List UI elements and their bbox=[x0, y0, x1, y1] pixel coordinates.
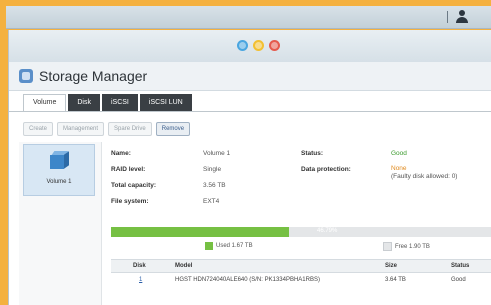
maximize-button[interactable] bbox=[253, 40, 264, 51]
used-legend: Used 1.67 TB bbox=[205, 242, 253, 250]
close-button[interactable] bbox=[269, 40, 280, 51]
window-titlebar[interactable] bbox=[9, 30, 491, 62]
status-label: Status: bbox=[301, 150, 324, 157]
used-legend-label: Used 1.67 TB bbox=[216, 243, 253, 249]
create-button[interactable]: Create bbox=[23, 122, 54, 136]
user-icon[interactable] bbox=[455, 10, 469, 24]
disk-status: Good bbox=[451, 277, 466, 283]
data-protection-value: None bbox=[391, 165, 407, 172]
tab-disk[interactable]: Disk bbox=[68, 94, 100, 111]
usage-bar: 46.79% bbox=[111, 227, 491, 237]
raid-level-value: Single bbox=[203, 166, 222, 173]
management-button[interactable]: Management bbox=[57, 122, 105, 136]
spare-drive-button[interactable]: Spare Drive bbox=[108, 122, 152, 136]
column-disk: Disk bbox=[133, 263, 146, 269]
top-bar-separator bbox=[447, 11, 448, 23]
storage-manager-icon bbox=[19, 69, 33, 83]
file-system-label: File system: bbox=[111, 198, 149, 205]
disk-size: 3.64 TB bbox=[385, 277, 406, 283]
name-value: Volume 1 bbox=[203, 150, 231, 157]
usage-bar-fill bbox=[111, 227, 290, 237]
app-title: Storage Manager bbox=[39, 68, 148, 84]
app-header: Storage Manager bbox=[9, 62, 491, 91]
data-protection-label: Data protection: bbox=[301, 166, 351, 173]
remove-button[interactable]: Remove bbox=[155, 122, 191, 136]
usage-percent: 46.79% bbox=[317, 228, 338, 234]
volume-list-label: Volume 1 bbox=[46, 179, 72, 185]
column-model: Model bbox=[175, 263, 193, 269]
free-legend: Free 1.90 TB bbox=[383, 242, 430, 251]
free-swatch bbox=[383, 242, 392, 251]
name-label: Name: bbox=[111, 150, 131, 157]
volume-list: Volume 1 bbox=[19, 142, 102, 305]
total-capacity-value: 3.56 TB bbox=[203, 182, 226, 189]
desktop-top-bar bbox=[6, 6, 491, 29]
disk-model: HGST HDN724040ALE640 (S/N: PK1334PBHA1RB… bbox=[175, 277, 320, 283]
storage-manager-window: Storage Manager Volume Disk iSCSI iSCSI … bbox=[8, 30, 491, 305]
column-status: Status bbox=[451, 263, 470, 269]
toolbar: Create Management Spare Drive Remove bbox=[23, 122, 191, 136]
tab-divider bbox=[9, 111, 491, 112]
disk-table-header: Disk Model Size Status bbox=[111, 259, 491, 273]
column-size: Size bbox=[385, 263, 398, 269]
free-legend-label: Free 1.90 TB bbox=[395, 243, 430, 250]
status-value: Good bbox=[391, 150, 407, 157]
faulty-disk-note: (Faulty disk allowed: 0) bbox=[391, 173, 458, 180]
used-swatch bbox=[205, 242, 213, 250]
raid-level-label: RAID level: bbox=[111, 166, 146, 173]
file-system-value: EXT4 bbox=[203, 198, 220, 205]
tab-iscsi-lun[interactable]: iSCSI LUN bbox=[139, 94, 192, 111]
total-capacity-label: Total capacity: bbox=[111, 182, 157, 189]
volume-cube-icon bbox=[50, 151, 70, 169]
tab-iscsi[interactable]: iSCSI bbox=[101, 94, 138, 111]
volume-list-item[interactable]: Volume 1 bbox=[23, 144, 95, 196]
tab-bar: Volume Disk iSCSI iSCSI LUN bbox=[23, 94, 192, 111]
tab-volume[interactable]: Volume bbox=[23, 94, 67, 111]
minimize-button[interactable] bbox=[237, 40, 248, 51]
disk-number-link[interactable]: 1 bbox=[139, 277, 142, 283]
